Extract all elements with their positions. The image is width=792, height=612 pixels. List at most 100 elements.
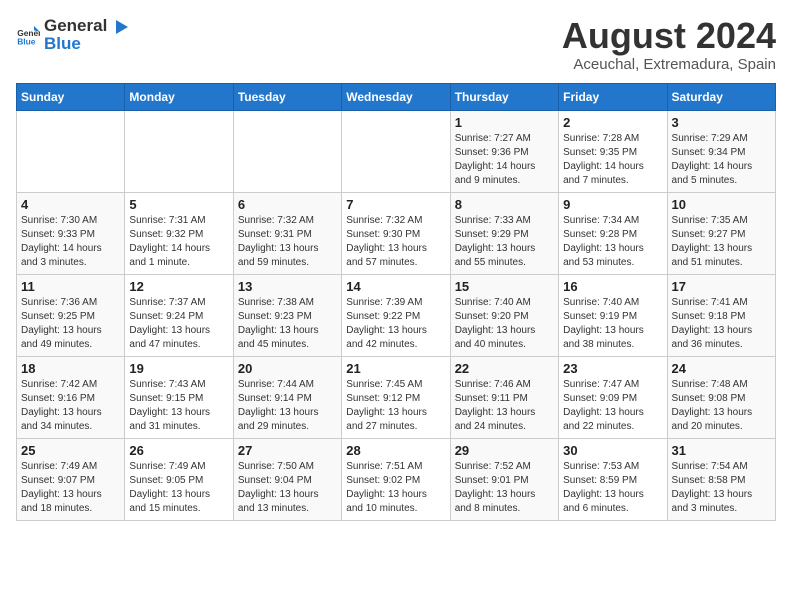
- logo: General Blue General Blue: [16, 16, 131, 54]
- calendar-week-1: 1 Sunrise: 7:27 AM Sunset: 9:36 PM Daylig…: [17, 110, 776, 192]
- day-info: Sunrise: 7:46 AM Sunset: 9:11 PM Dayligh…: [455, 378, 554, 434]
- weekday-header-thursday: Thursday: [450, 83, 558, 110]
- calendar-cell: 29 Sunrise: 7:52 AM Sunset: 9:01 PM Dayli…: [450, 438, 558, 520]
- calendar-cell: 24 Sunrise: 7:48 AM Sunset: 9:08 PM Dayli…: [667, 356, 775, 438]
- calendar-cell: 21Sunrise: 7:45 AM Sunset: 9:12 PM Dayli…: [342, 356, 450, 438]
- day-info: Sunrise: 7:31 AM Sunset: 9:32 PM Dayligh…: [129, 214, 228, 270]
- logo-arrow-icon: [108, 16, 130, 38]
- calendar-cell: 6 Sunrise: 7:32 AM Sunset: 9:31 PM Daylig…: [233, 192, 341, 274]
- day-number: 22: [455, 361, 554, 376]
- calendar-cell: 12 Sunrise: 7:37 AM Sunset: 9:24 PM Dayli…: [125, 274, 233, 356]
- day-info: Sunrise: 7:39 AM Sunset: 9:22 PM Dayligh…: [346, 296, 445, 352]
- day-number: 6: [238, 197, 337, 212]
- calendar-cell: [17, 110, 125, 192]
- day-number: 9: [563, 197, 662, 212]
- day-number: 31: [672, 443, 771, 458]
- day-info: Sunrise: 7:41 AM Sunset: 9:18 PM Dayligh…: [672, 296, 771, 352]
- calendar-cell: 13Sunrise: 7:38 AM Sunset: 9:23 PM Dayli…: [233, 274, 341, 356]
- day-info: Sunrise: 7:38 AM Sunset: 9:23 PM Dayligh…: [238, 296, 337, 352]
- day-info: Sunrise: 7:37 AM Sunset: 9:24 PM Dayligh…: [129, 296, 228, 352]
- calendar-cell: 15 Sunrise: 7:40 AM Sunset: 9:20 PM Dayli…: [450, 274, 558, 356]
- day-number: 23: [563, 361, 662, 376]
- header: General Blue General Blue August 2024 Ac…: [16, 16, 776, 73]
- day-info: Sunrise: 7:51 AM Sunset: 9:02 PM Dayligh…: [346, 460, 445, 516]
- calendar-cell: 20Sunrise: 7:44 AM Sunset: 9:14 PM Dayli…: [233, 356, 341, 438]
- weekday-header-saturday: Saturday: [667, 83, 775, 110]
- day-number: 26: [129, 443, 228, 458]
- calendar-cell: 9 Sunrise: 7:34 AM Sunset: 9:28 PM Daylig…: [559, 192, 667, 274]
- day-number: 24: [672, 361, 771, 376]
- calendar-cell: 23 Sunrise: 7:47 AM Sunset: 9:09 PM Dayli…: [559, 356, 667, 438]
- day-info: Sunrise: 7:43 AM Sunset: 9:15 PM Dayligh…: [129, 378, 228, 434]
- day-info: Sunrise: 7:52 AM Sunset: 9:01 PM Dayligh…: [455, 460, 554, 516]
- calendar-cell: [342, 110, 450, 192]
- calendar-week-4: 18Sunrise: 7:42 AM Sunset: 9:16 PM Dayli…: [17, 356, 776, 438]
- calendar-week-2: 4 Sunrise: 7:30 AM Sunset: 9:33 PM Daylig…: [17, 192, 776, 274]
- day-number: 18: [21, 361, 120, 376]
- logo-icon: General Blue: [16, 23, 40, 47]
- day-number: 10: [672, 197, 771, 212]
- calendar-cell: 4 Sunrise: 7:30 AM Sunset: 9:33 PM Daylig…: [17, 192, 125, 274]
- day-info: Sunrise: 7:40 AM Sunset: 9:20 PM Dayligh…: [455, 296, 554, 352]
- day-number: 4: [21, 197, 120, 212]
- day-number: 17: [672, 279, 771, 294]
- day-number: 15: [455, 279, 554, 294]
- day-number: 29: [455, 443, 554, 458]
- day-info: Sunrise: 7:45 AM Sunset: 9:12 PM Dayligh…: [346, 378, 445, 434]
- calendar-week-5: 25 Sunrise: 7:49 AM Sunset: 9:07 PM Dayli…: [17, 438, 776, 520]
- calendar-cell: 3Sunrise: 7:29 AM Sunset: 9:34 PM Daylig…: [667, 110, 775, 192]
- day-number: 12: [129, 279, 228, 294]
- title-area: August 2024 Aceuchal, Extremadura, Spain: [562, 16, 776, 73]
- day-number: 3: [672, 115, 771, 130]
- calendar-cell: 25 Sunrise: 7:49 AM Sunset: 9:07 PM Dayli…: [17, 438, 125, 520]
- day-info: Sunrise: 7:40 AM Sunset: 9:19 PM Dayligh…: [563, 296, 662, 352]
- day-info: Sunrise: 7:49 AM Sunset: 9:07 PM Dayligh…: [21, 460, 120, 516]
- weekday-header-monday: Monday: [125, 83, 233, 110]
- calendar-cell: 31 Sunrise: 7:54 AM Sunset: 8:58 PM Dayli…: [667, 438, 775, 520]
- day-number: 30: [563, 443, 662, 458]
- day-number: 11: [21, 279, 120, 294]
- calendar-cell: 2Sunrise: 7:28 AM Sunset: 9:35 PM Daylig…: [559, 110, 667, 192]
- day-info: Sunrise: 7:34 AM Sunset: 9:28 PM Dayligh…: [563, 214, 662, 270]
- day-number: 7: [346, 197, 445, 212]
- day-info: Sunrise: 7:35 AM Sunset: 9:27 PM Dayligh…: [672, 214, 771, 270]
- day-number: 27: [238, 443, 337, 458]
- calendar-cell: 10 Sunrise: 7:35 AM Sunset: 9:27 PM Dayli…: [667, 192, 775, 274]
- calendar-cell: 30 Sunrise: 7:53 AM Sunset: 8:59 PM Dayli…: [559, 438, 667, 520]
- day-number: 19: [129, 361, 228, 376]
- weekday-header-sunday: Sunday: [17, 83, 125, 110]
- calendar-cell: 8Sunrise: 7:33 AM Sunset: 9:29 PM Daylig…: [450, 192, 558, 274]
- calendar-cell: [125, 110, 233, 192]
- day-number: 16: [563, 279, 662, 294]
- day-number: 5: [129, 197, 228, 212]
- weekday-header-tuesday: Tuesday: [233, 83, 341, 110]
- calendar-header: SundayMondayTuesdayWednesdayThursdayFrid…: [17, 83, 776, 110]
- day-number: 25: [21, 443, 120, 458]
- location-subtitle: Aceuchal, Extremadura, Spain: [562, 56, 776, 73]
- calendar-cell: 5 Sunrise: 7:31 AM Sunset: 9:32 PM Daylig…: [125, 192, 233, 274]
- day-info: Sunrise: 7:53 AM Sunset: 8:59 PM Dayligh…: [563, 460, 662, 516]
- calendar-cell: [233, 110, 341, 192]
- day-info: Sunrise: 7:47 AM Sunset: 9:09 PM Dayligh…: [563, 378, 662, 434]
- calendar-cell: 7 Sunrise: 7:32 AM Sunset: 9:30 PM Daylig…: [342, 192, 450, 274]
- calendar-cell: 26 Sunrise: 7:49 AM Sunset: 9:05 PM Dayli…: [125, 438, 233, 520]
- calendar-cell: 14 Sunrise: 7:39 AM Sunset: 9:22 PM Dayli…: [342, 274, 450, 356]
- calendar-cell: 19 Sunrise: 7:43 AM Sunset: 9:15 PM Dayli…: [125, 356, 233, 438]
- day-info: Sunrise: 7:49 AM Sunset: 9:05 PM Dayligh…: [129, 460, 228, 516]
- day-number: 8: [455, 197, 554, 212]
- day-info: Sunrise: 7:30 AM Sunset: 9:33 PM Dayligh…: [21, 214, 120, 270]
- day-info: Sunrise: 7:32 AM Sunset: 9:30 PM Dayligh…: [346, 214, 445, 270]
- day-info: Sunrise: 7:54 AM Sunset: 8:58 PM Dayligh…: [672, 460, 771, 516]
- calendar-week-3: 11Sunrise: 7:36 AM Sunset: 9:25 PM Dayli…: [17, 274, 776, 356]
- day-info: Sunrise: 7:48 AM Sunset: 9:08 PM Dayligh…: [672, 378, 771, 434]
- day-info: Sunrise: 7:32 AM Sunset: 9:31 PM Dayligh…: [238, 214, 337, 270]
- day-number: 14: [346, 279, 445, 294]
- day-number: 1: [455, 115, 554, 130]
- day-info: Sunrise: 7:27 AM Sunset: 9:36 PM Dayligh…: [455, 132, 554, 188]
- day-number: 20: [238, 361, 337, 376]
- calendar-table: SundayMondayTuesdayWednesdayThursdayFrid…: [16, 83, 776, 521]
- calendar-cell: 1 Sunrise: 7:27 AM Sunset: 9:36 PM Daylig…: [450, 110, 558, 192]
- day-number: 2: [563, 115, 662, 130]
- calendar-cell: 17 Sunrise: 7:41 AM Sunset: 9:18 PM Dayli…: [667, 274, 775, 356]
- weekday-header-wednesday: Wednesday: [342, 83, 450, 110]
